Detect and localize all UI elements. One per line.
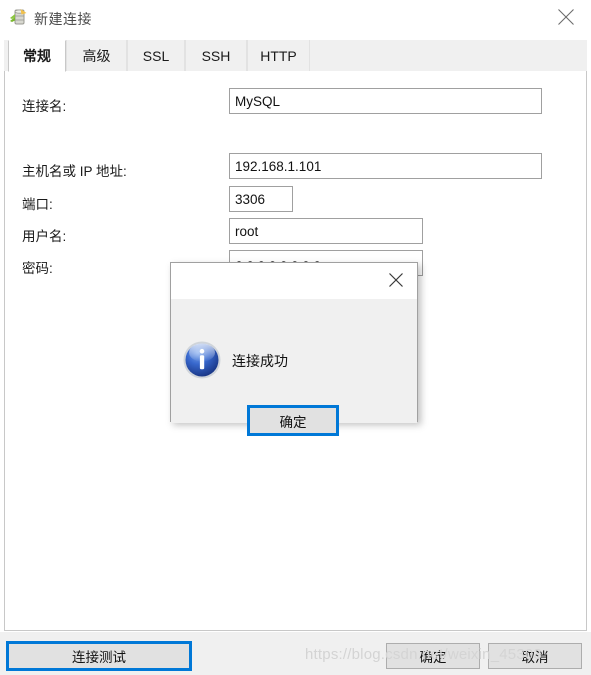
info-icon [182,340,222,380]
footer-bar: 连接测试 确定 取消 [0,632,591,675]
port-input[interactable] [229,186,293,212]
tab-strip: 常规 高级 SSL SSH HTTP [4,40,587,72]
window-title: 新建连接 [34,11,92,27]
tab-4[interactable]: HTTP [247,40,310,72]
new-connection-icon [9,8,28,27]
cancel-button[interactable]: 取消 [488,643,582,669]
tab-0[interactable]: 常规 [8,40,66,72]
password-label: 密码: [22,261,53,276]
title-bar: 新建连接 [0,0,591,37]
dialog-close-icon[interactable] [377,265,415,295]
dialog-title-bar [171,263,417,299]
connection-success-dialog: 连接成功 确定 [170,262,418,436]
username-input[interactable] [229,218,423,244]
ok-button[interactable]: 确定 [386,643,480,669]
connection-name-label: 连接名: [22,99,67,114]
test-connection-button[interactable]: 连接测试 [6,641,192,671]
dialog-body: 连接成功 确定 [171,299,417,436]
port-label: 端口: [22,197,53,212]
close-icon[interactable] [545,0,591,33]
new-connection-window: 新建连接 常规高级SSLSSHHTTP 连接名: 主机名或 IP 地址: 端口: 用户… [0,0,591,675]
tab-1[interactable]: 高级 [66,40,127,72]
dialog-message: 连接成功 [232,353,288,369]
host-or-ip-label: 主机名或 IP 地址: [22,164,127,179]
tab-2[interactable]: SSL [127,40,185,72]
host-or-ip-input[interactable] [229,153,542,179]
tab-3[interactable]: SSH [185,40,247,72]
connection-name-input[interactable] [229,88,542,114]
dialog-ok-button[interactable]: 确定 [247,405,339,436]
username-label: 用户名: [22,229,67,244]
